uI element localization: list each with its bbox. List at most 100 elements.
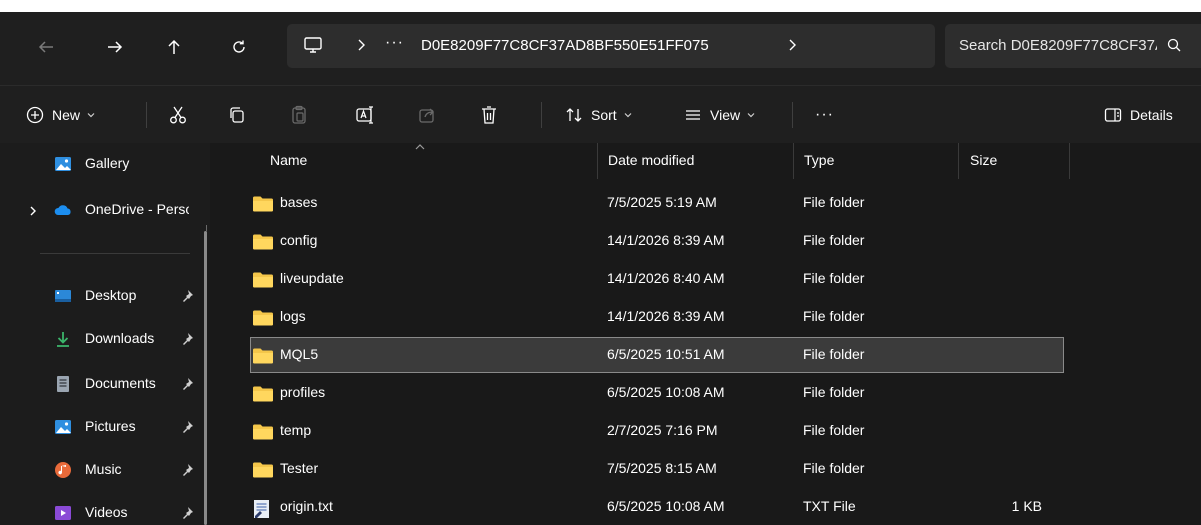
file-date: 14/1/2026 8:39 AM [607,308,725,324]
folder-icon [253,348,273,364]
file-name: MQL5 [280,346,319,362]
details-pane-button[interactable]: Details [1104,86,1173,144]
file-name: Tester [280,460,319,476]
file-date: 14/1/2026 8:39 AM [607,232,725,248]
navigation-pane: Gallery OneDrive - Personal Desktop Down… [0,143,210,525]
toolbar-divider [541,102,542,128]
sidebar-item-gallery[interactable]: Gallery [0,146,210,182]
column-header-date[interactable]: Date modified [608,152,694,168]
file-name: logs [280,308,306,324]
file-row[interactable]: temp 2/7/2025 7:16 PM File folder [250,413,1064,449]
scissors-icon [170,106,186,124]
up-button[interactable] [156,30,192,64]
sidebar-item-music[interactable]: Music [0,452,210,488]
sidebar-item-label: Gallery [85,155,130,171]
sidebar-item-desktop[interactable]: Desktop [0,278,210,314]
new-button[interactable]: New [26,86,96,144]
sidebar-item-label: OneDrive - Personal [85,201,189,217]
breadcrumb-current-folder[interactable]: D0E8209F77C8CF37AD8BF550E51FF075 [421,37,709,54]
address-box[interactable]: ··· D0E8209F77C8CF37AD8BF550E51FF075 [287,24,935,68]
file-type: File folder [803,232,865,248]
sidebar-item-documents[interactable]: Documents [0,366,210,402]
chevron-down-icon [624,113,632,118]
copy-icon [230,107,244,123]
file-name: bases [280,194,318,210]
refresh-button[interactable] [221,30,257,64]
cut-button[interactable] [168,86,188,144]
file-type: File folder [803,308,865,324]
pin-icon [183,290,193,302]
column-divider[interactable] [958,143,959,179]
file-type: File folder [803,346,865,362]
chevron-right-icon[interactable] [785,37,799,53]
sidebar-item-label: Desktop [85,287,137,303]
forward-button[interactable] [97,30,133,64]
chevron-down-icon [87,113,95,118]
sort-arrows-icon [566,108,582,122]
sort-button[interactable]: Sort [565,86,633,144]
view-lines-icon [686,110,700,120]
search-input[interactable]: Search D0E8209F77C8CF37AD8BF550E51FF075 [945,24,1201,68]
file-date: 6/5/2025 10:08 AM [607,498,725,514]
paste-button[interactable] [290,86,308,144]
sidebar-item-onedrive[interactable]: OneDrive - Personal [0,192,210,228]
search-placeholder: Search D0E8209F77C8CF37AD8BF550E51FF075 [959,37,1157,54]
text-file-icon [254,500,269,518]
column-header-name[interactable]: Name [270,152,307,168]
folder-icon [253,234,273,250]
address-bar-row: ··· D0E8209F77C8CF37AD8BF550E51FF075 Sea… [0,0,1201,85]
file-name: liveupdate [280,270,344,286]
forward-arrow-icon [108,41,123,53]
copy-button[interactable] [228,86,246,144]
column-divider[interactable] [1069,143,1070,179]
chevron-right-icon[interactable] [28,205,38,217]
column-header-type[interactable]: Type [804,152,834,168]
back-arrow-icon [38,41,53,53]
delete-button[interactable] [480,86,498,144]
sidebar-item-downloads[interactable]: Downloads [0,321,210,357]
file-row[interactable]: liveupdate 14/1/2026 8:40 AM File folder [250,261,1064,297]
toolbar-divider [146,102,147,128]
sidebar-item-videos[interactable]: Videos [0,495,210,525]
file-row[interactable]: bases 7/5/2025 5:19 AM File folder [250,185,1064,221]
rename-button[interactable] [355,86,375,144]
file-name: profiles [280,384,326,400]
back-button[interactable] [28,30,64,64]
file-row-selected[interactable]: MQL5 6/5/2025 10:51 AM File folder [250,337,1064,373]
file-row[interactable]: profiles 6/5/2025 10:08 AM File folder [250,375,1064,411]
folder-icon [253,272,273,288]
desktop-icon [55,290,71,302]
toolbar-divider [792,102,793,128]
folder-icon [253,386,273,402]
details-pane-icon [1104,108,1122,122]
more-options-button[interactable]: ··· [815,86,834,144]
plus-circle-icon [26,106,44,124]
onedrive-icon [54,205,71,215]
sort-ascending-icon [415,144,425,150]
column-divider[interactable] [793,143,794,179]
sidebar-divider [40,253,190,254]
file-type: File folder [803,422,865,438]
videos-icon [55,506,71,520]
folder-icon [253,196,273,212]
file-date: 14/1/2026 8:40 AM [607,270,725,286]
column-header-size[interactable]: Size [970,152,997,168]
file-row[interactable]: config 14/1/2026 8:39 AM File folder [250,223,1064,259]
file-row[interactable]: Tester 7/5/2025 8:15 AM File folder [250,451,1064,487]
chevron-right-icon[interactable] [354,37,368,53]
scrollbar-arrow[interactable] [206,225,207,231]
breadcrumb-overflow[interactable]: ··· [385,34,404,52]
file-row[interactable]: origin.txt 6/5/2025 10:08 AM TXT File 1 … [250,489,1064,525]
file-row[interactable]: logs 14/1/2026 8:39 AM File folder [250,299,1064,335]
sidebar-item-pictures[interactable]: Pictures [0,409,210,445]
file-list: Name Date modified Type Size bases 7/5/2… [210,143,1201,525]
music-icon [55,462,71,478]
column-divider[interactable] [597,143,598,179]
view-button[interactable]: View [684,86,756,144]
search-icon [1167,38,1181,52]
chevron-down-icon [747,113,755,118]
file-type: File folder [803,460,865,476]
sidebar-item-label: Pictures [85,418,136,434]
file-name: temp [280,422,312,438]
share-button[interactable] [418,86,436,144]
